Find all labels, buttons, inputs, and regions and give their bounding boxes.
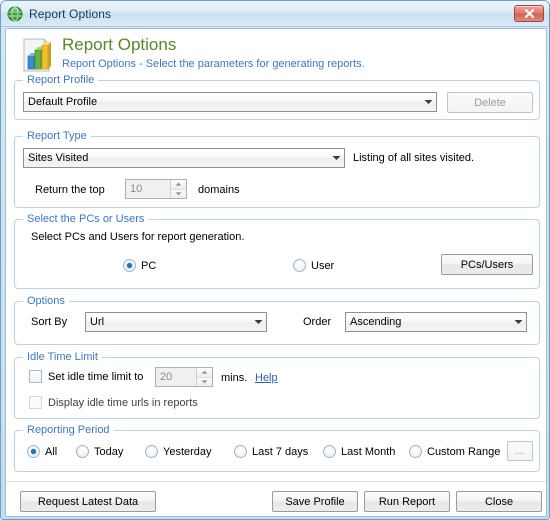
banner-subtitle: Report Options - Select the parameters f… — [62, 58, 365, 70]
return-top-label: Return the top — [35, 184, 105, 196]
stepper-buttons[interactable] — [196, 368, 212, 386]
period-radio-yesterday-label: Yesterday — [163, 445, 212, 458]
banner-title: Report Options — [62, 35, 177, 54]
report-options-window: Report Options Report Options Report Opt… — [0, 0, 550, 520]
footer-divider — [6, 481, 546, 482]
dialog-client-area: Report Options Report Options - Select t… — [5, 28, 547, 517]
stepper-up-icon[interactable] — [197, 368, 212, 378]
display-idle-urls-label: Display idle time urls in reports — [48, 396, 198, 409]
domains-label: domains — [198, 184, 240, 196]
radio-user[interactable]: User — [293, 259, 334, 272]
return-top-stepper[interactable]: 10 — [125, 179, 187, 199]
report-profile-group: Report Profile Default Profile Delete — [14, 74, 540, 120]
report-type-group: Report Type Sites Visited Listing of all… — [14, 130, 540, 208]
return-top-value: 10 — [130, 183, 143, 195]
period-radio-today-label: Today — [94, 445, 124, 458]
period-radio-last-month[interactable]: Last Month — [323, 445, 395, 458]
idle-time-group: Idle Time Limit Set idle time limit to 2… — [14, 351, 540, 419]
period-radio-today[interactable]: Today — [76, 445, 123, 458]
period-radio-custom-range-label: Custom Range — [427, 445, 501, 458]
idle-minutes-stepper[interactable]: 20 — [155, 367, 213, 387]
chevron-down-icon — [510, 319, 526, 325]
checkbox-indicator — [29, 396, 42, 409]
radio-indicator — [409, 445, 422, 458]
period-radio-yesterday[interactable]: Yesterday — [145, 445, 212, 458]
report-type-select-value: Sites Visited — [28, 152, 89, 164]
radio-pc-label: PC — [141, 259, 157, 272]
period-radio-last-7-days[interactable]: Last 7 days — [234, 445, 308, 458]
stepper-up-icon[interactable] — [171, 180, 186, 190]
radio-pc[interactable]: PC — [123, 259, 156, 272]
period-radio-last-month-label: Last Month — [341, 445, 396, 458]
chevron-down-icon — [328, 155, 344, 161]
order-select[interactable]: Ascending — [345, 312, 527, 332]
idle-minutes-value: 20 — [160, 371, 173, 383]
radio-indicator — [234, 445, 247, 458]
reporting-period-group: Reporting Period All Today Yesterday Las… — [14, 424, 540, 472]
save-profile-button[interactable]: Save Profile — [272, 491, 358, 512]
radio-indicator — [145, 445, 158, 458]
sort-by-select[interactable]: Url — [85, 312, 267, 332]
stepper-down-icon[interactable] — [171, 189, 186, 198]
pcs-users-legend: Select the PCs or Users — [23, 213, 149, 225]
options-group: Options Sort By Url Order Ascending — [14, 295, 540, 345]
close-icon[interactable] — [514, 5, 544, 22]
app-globe-icon — [7, 6, 23, 22]
custom-range-browse-button[interactable]: ... — [507, 441, 533, 461]
reporting-period-legend: Reporting Period — [23, 424, 114, 436]
radio-indicator — [76, 445, 89, 458]
options-legend: Options — [23, 295, 69, 307]
pcs-users-group: Select the PCs or Users Select PCs and U… — [14, 213, 540, 289]
set-idle-limit-label: Set idle time limit to — [48, 370, 144, 383]
set-idle-limit-checkbox[interactable]: Set idle time limit to — [29, 370, 143, 383]
period-radio-last-7-days-label: Last 7 days — [252, 445, 309, 458]
period-radio-all-label: All — [45, 445, 58, 458]
title-bar: Report Options — [1, 1, 549, 27]
profile-select[interactable]: Default Profile — [23, 92, 437, 112]
sort-by-label: Sort By — [31, 316, 68, 328]
idle-time-legend: Idle Time Limit — [23, 351, 102, 363]
pcs-users-button[interactable]: PCs/Users — [441, 254, 533, 275]
order-label: Order — [303, 316, 332, 328]
radio-user-indicator — [293, 259, 306, 272]
stepper-down-icon[interactable] — [197, 377, 212, 386]
window-title: Report Options — [29, 6, 112, 21]
stepper-buttons[interactable] — [170, 180, 186, 198]
chevron-down-icon — [420, 99, 436, 105]
period-radio-custom-range[interactable]: Custom Range — [409, 445, 500, 458]
report-type-description: Listing of all sites visited. — [353, 152, 475, 164]
profile-select-value: Default Profile — [28, 96, 98, 108]
sort-by-select-value: Url — [90, 316, 105, 328]
report-profile-legend: Report Profile — [23, 74, 99, 86]
display-idle-urls-checkbox[interactable]: Display idle time urls in reports — [29, 396, 198, 409]
request-latest-data-button[interactable]: Request Latest Data — [20, 491, 156, 512]
checkbox-indicator — [29, 370, 42, 383]
delete-profile-button[interactable]: Delete — [447, 92, 533, 113]
report-type-legend: Report Type — [23, 130, 91, 142]
bar-chart-report-icon — [18, 36, 56, 74]
idle-help-link[interactable]: Help — [255, 372, 278, 384]
run-report-button[interactable]: Run Report — [364, 491, 450, 512]
radio-pc-indicator — [123, 259, 136, 272]
radio-user-label: User — [311, 259, 335, 272]
radio-indicator — [27, 445, 40, 458]
close-button[interactable]: Close — [456, 491, 542, 512]
report-type-select[interactable]: Sites Visited — [23, 148, 345, 168]
pcs-users-instruction: Select PCs and Users for report generati… — [31, 231, 245, 243]
order-select-value: Ascending — [350, 316, 402, 328]
radio-indicator — [323, 445, 336, 458]
idle-minutes-unit: mins. — [221, 372, 248, 384]
period-radio-all[interactable]: All — [27, 445, 57, 458]
chevron-down-icon — [250, 319, 266, 325]
